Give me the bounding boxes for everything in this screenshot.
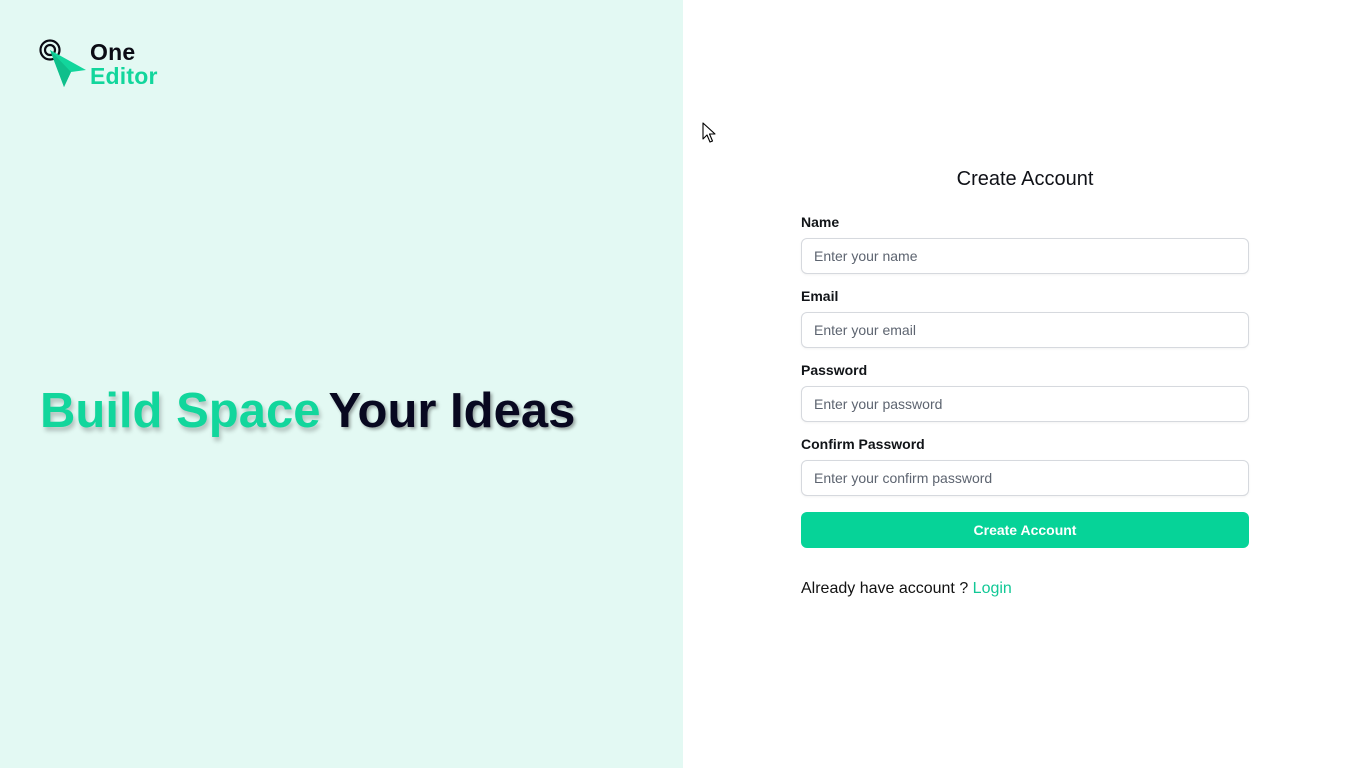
create-account-form: Create Account Name Email Password Confi… (801, 163, 1249, 599)
create-account-button[interactable]: Create Account (801, 512, 1249, 548)
confirm-password-input[interactable] (801, 460, 1249, 496)
signup-page: One Editor Build Space Your Ideas Create … (0, 0, 1366, 768)
email-label: Email (801, 288, 839, 304)
confirm-password-field-group: Confirm Password (801, 435, 1249, 496)
logo[interactable]: One Editor (38, 38, 158, 90)
form-title: Create Account (956, 168, 1094, 190)
email-input[interactable] (801, 312, 1249, 348)
mouse-pointer-icon (702, 122, 716, 143)
password-field-group: Password (801, 361, 1249, 422)
brand-name: One Editor (90, 40, 158, 88)
login-link[interactable]: Login (973, 580, 1012, 597)
login-prompt-text: Already have account ? (801, 580, 969, 597)
name-input[interactable] (801, 238, 1249, 274)
hero-highlight: Build Space (40, 384, 321, 438)
branding-panel: One Editor Build Space Your Ideas (0, 0, 683, 768)
brand-name-line2: Editor (90, 63, 158, 89)
cursor-target-icon (39, 39, 86, 87)
hero-rest: Your Ideas (328, 384, 576, 438)
password-input[interactable] (801, 386, 1249, 422)
brand-name-line1: One (90, 39, 136, 65)
login-prompt: Already have account ? Login (801, 579, 1249, 599)
name-field-group: Name (801, 213, 1249, 274)
hero-headline: Build Space Your Ideas (40, 381, 575, 441)
name-label: Name (801, 214, 840, 230)
password-label: Password (801, 362, 868, 378)
confirm-password-label: Confirm Password (801, 436, 925, 452)
email-field-group: Email (801, 287, 1249, 348)
form-panel: Create Account Name Email Password Confi… (683, 0, 1366, 768)
